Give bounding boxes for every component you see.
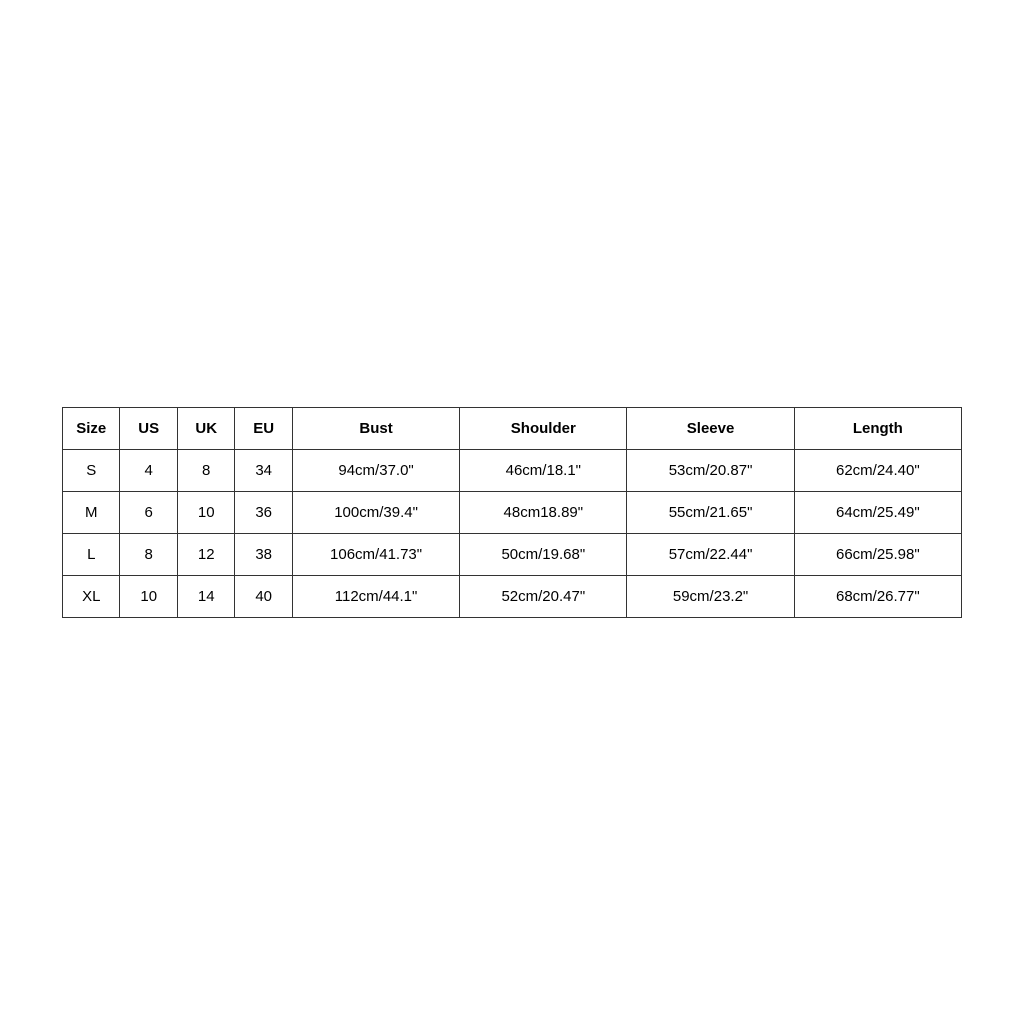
- size-chart-table: Size US UK EU Bust Shoulder Sleeve Lengt…: [62, 407, 962, 618]
- cell-shoulder: 48cm18.89": [460, 491, 627, 533]
- cell-length: 64cm/25.49": [794, 491, 961, 533]
- cell-us: 10: [120, 575, 177, 617]
- table-header-row: Size US UK EU Bust Shoulder Sleeve Lengt…: [63, 407, 962, 449]
- cell-bust: 100cm/39.4": [292, 491, 459, 533]
- cell-size: XL: [63, 575, 120, 617]
- cell-shoulder: 50cm/19.68": [460, 533, 627, 575]
- header-eu: EU: [235, 407, 292, 449]
- cell-us: 8: [120, 533, 177, 575]
- cell-bust: 94cm/37.0": [292, 449, 459, 491]
- header-bust: Bust: [292, 407, 459, 449]
- table-row: S483494cm/37.0"46cm/18.1"53cm/20.87"62cm…: [63, 449, 962, 491]
- header-shoulder: Shoulder: [460, 407, 627, 449]
- cell-bust: 106cm/41.73": [292, 533, 459, 575]
- header-us: US: [120, 407, 177, 449]
- cell-sleeve: 59cm/23.2": [627, 575, 794, 617]
- cell-eu: 40: [235, 575, 292, 617]
- header-sleeve: Sleeve: [627, 407, 794, 449]
- cell-sleeve: 57cm/22.44": [627, 533, 794, 575]
- cell-size: L: [63, 533, 120, 575]
- header-length: Length: [794, 407, 961, 449]
- cell-uk: 12: [177, 533, 234, 575]
- table-row: M61036100cm/39.4"48cm18.89"55cm/21.65"64…: [63, 491, 962, 533]
- cell-bust: 112cm/44.1": [292, 575, 459, 617]
- header-size: Size: [63, 407, 120, 449]
- cell-length: 68cm/26.77": [794, 575, 961, 617]
- cell-length: 66cm/25.98": [794, 533, 961, 575]
- cell-sleeve: 53cm/20.87": [627, 449, 794, 491]
- cell-sleeve: 55cm/21.65": [627, 491, 794, 533]
- cell-us: 6: [120, 491, 177, 533]
- cell-eu: 38: [235, 533, 292, 575]
- cell-shoulder: 52cm/20.47": [460, 575, 627, 617]
- cell-size: M: [63, 491, 120, 533]
- cell-shoulder: 46cm/18.1": [460, 449, 627, 491]
- size-chart-container: Size US UK EU Bust Shoulder Sleeve Lengt…: [62, 407, 962, 618]
- cell-size: S: [63, 449, 120, 491]
- cell-uk: 8: [177, 449, 234, 491]
- cell-uk: 10: [177, 491, 234, 533]
- cell-uk: 14: [177, 575, 234, 617]
- cell-eu: 34: [235, 449, 292, 491]
- table-row: XL101440112cm/44.1"52cm/20.47"59cm/23.2"…: [63, 575, 962, 617]
- cell-eu: 36: [235, 491, 292, 533]
- cell-length: 62cm/24.40": [794, 449, 961, 491]
- cell-us: 4: [120, 449, 177, 491]
- header-uk: UK: [177, 407, 234, 449]
- table-row: L81238106cm/41.73"50cm/19.68"57cm/22.44"…: [63, 533, 962, 575]
